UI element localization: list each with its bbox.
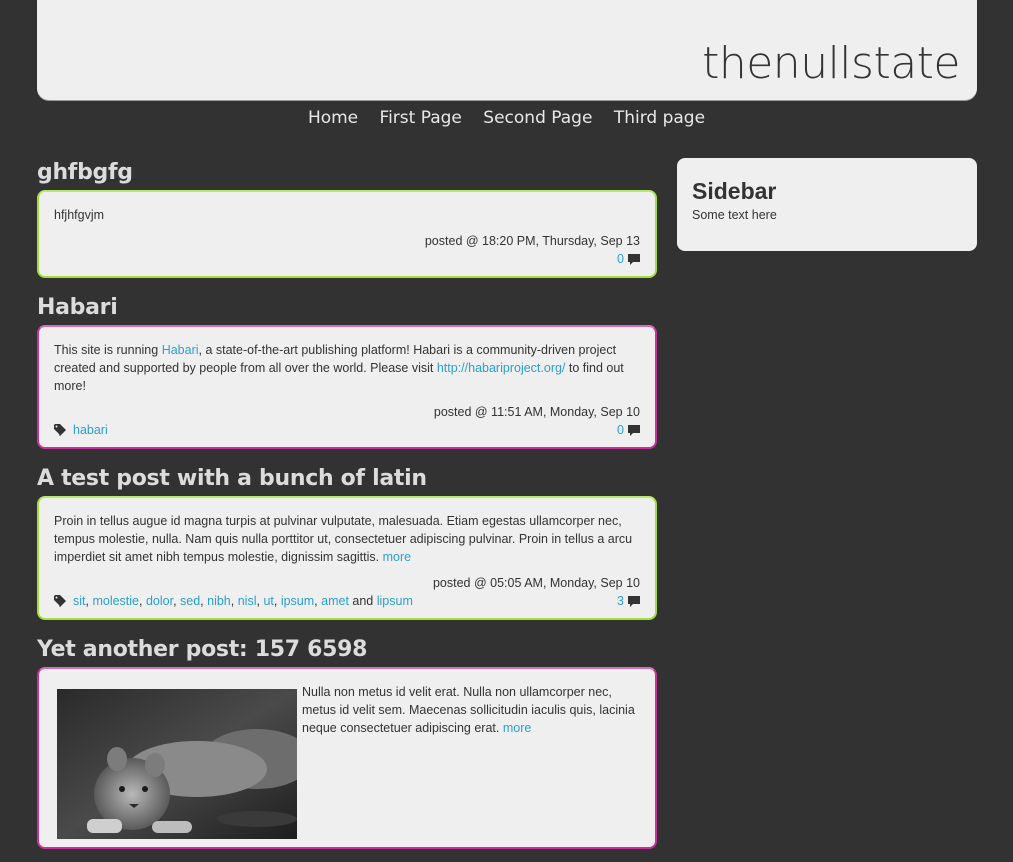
post-box: Nulla non metus id velit erat. Nulla non… <box>37 667 657 849</box>
site-header: thenullstate <box>37 0 977 100</box>
comment-count-link[interactable]: 0 <box>617 250 624 268</box>
nav-item-third-page[interactable]: Third page <box>614 108 705 128</box>
sidebar: Sidebar Some text here <box>677 158 977 251</box>
sidebar-title: Sidebar <box>692 178 777 204</box>
more-link[interactable]: more <box>383 550 411 564</box>
main-nav: Home First Page Second Page Third page <box>0 108 1013 128</box>
nav-item-second-page[interactable]: Second Page <box>483 108 592 128</box>
post-list: ghfbgfg hfjhfgvjm posted @ 18:20 PM, Thu… <box>37 156 657 862</box>
lion-cub-photo <box>57 689 297 839</box>
tag-link[interactable]: habari <box>73 421 108 439</box>
post-body: This site is running Habari, a state-of-… <box>54 343 624 393</box>
post-box: This site is running Habari, a state-of-… <box>37 325 657 449</box>
comment-icon <box>628 253 640 265</box>
tag-list: sit, molestie, dolor, sed, nibh, nisl, u… <box>54 592 413 610</box>
post-body: Proin in tellus augue id magna turpis at… <box>54 514 633 564</box>
tag-link[interactable]: ipsum <box>281 594 314 608</box>
tag-link[interactable]: molestie <box>92 594 139 608</box>
post-timestamp: posted @ 18:20 PM, Thursday, Sep 13 <box>424 234 640 248</box>
tag-link[interactable]: amet <box>321 594 349 608</box>
post-body: Nulla non metus id velit erat. Nulla non… <box>302 685 635 735</box>
tag-link[interactable]: sed <box>180 594 200 608</box>
comment-icon <box>628 424 640 436</box>
tag-list: habari <box>54 421 108 439</box>
post-timestamp: posted @ 11:51 AM, Monday, Sep 10 <box>433 405 640 419</box>
tag-link[interactable]: ut <box>263 594 273 608</box>
habari-link[interactable]: Habari <box>162 343 199 357</box>
post-title[interactable]: Habari <box>37 291 657 325</box>
comment-count-link[interactable]: 3 <box>617 592 624 610</box>
post: A test post with a bunch of latin Proin … <box>37 462 657 620</box>
post-footer: sit, molestie, dolor, sed, nibh, nisl, u… <box>54 592 640 610</box>
comment-icon <box>628 595 640 607</box>
post: ghfbgfg hfjhfgvjm posted @ 18:20 PM, Thu… <box>37 156 657 278</box>
site-title[interactable]: thenullstate <box>702 42 960 86</box>
post: Habari This site is running Habari, a st… <box>37 291 657 449</box>
post-box: hfjhfgvjm posted @ 18:20 PM, Thursday, S… <box>37 190 657 278</box>
tag-link[interactable]: nibh <box>207 594 231 608</box>
post-title[interactable]: A test post with a bunch of latin <box>37 462 657 496</box>
tag-link[interactable]: sit <box>73 594 86 608</box>
post-footer: habari 0 <box>54 421 640 439</box>
more-link[interactable]: more <box>503 721 531 735</box>
post-box: Proin in tellus augue id magna turpis at… <box>37 496 657 620</box>
comment-count: 0 <box>617 421 640 439</box>
sidebar-text: Some text here <box>692 208 777 222</box>
comment-count-link[interactable]: 0 <box>617 421 624 439</box>
habariproject-url-link[interactable]: http://habariproject.org/ <box>437 361 566 375</box>
tag-link[interactable]: dolor <box>146 594 173 608</box>
tag-icon <box>54 595 66 607</box>
tag-icon <box>54 424 66 436</box>
comment-count: 0 <box>617 250 640 268</box>
post-title[interactable]: Yet another post: 157 6598 <box>37 633 657 667</box>
post-title[interactable]: ghfbgfg <box>37 156 657 190</box>
post-timestamp: posted @ 05:05 AM, Monday, Sep 10 <box>432 576 640 590</box>
tag-link[interactable]: lipsum <box>377 594 413 608</box>
post-footer: 0 <box>54 250 640 268</box>
nav-item-home[interactable]: Home <box>308 108 358 128</box>
nav-item-first-page[interactable]: First Page <box>380 108 462 128</box>
tag-link[interactable]: nisl <box>238 594 257 608</box>
post: Yet another post: 157 6598 Nulla non met… <box>37 633 657 849</box>
comment-count: 3 <box>617 592 640 610</box>
post-body: hfjhfgvjm <box>54 208 105 222</box>
tags-and: and <box>352 594 374 608</box>
